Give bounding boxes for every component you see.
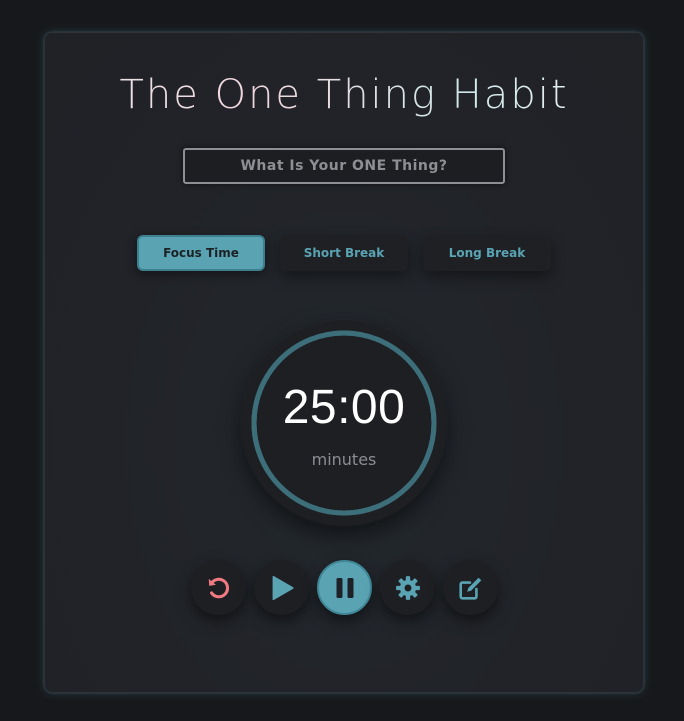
timer-controls: [191, 560, 501, 616]
pause-icon: [336, 577, 353, 598]
tab-short-break-label: Short Break: [303, 246, 385, 260]
mode-tabs: Focus Time Short Break Long Break: [137, 235, 557, 271]
timer-time: 25:00: [282, 381, 406, 434]
reset-button[interactable]: [191, 560, 246, 615]
tab-long-break-label: Long Break: [448, 246, 526, 260]
one-thing-input[interactable]: [183, 148, 505, 184]
pause-button[interactable]: [317, 560, 372, 615]
play-button[interactable]: [254, 560, 309, 615]
timer-unit: minutes: [311, 450, 377, 469]
edit-button[interactable]: [443, 560, 498, 615]
tab-long-break[interactable]: Long Break: [423, 235, 551, 271]
timer-card: The One Thing Habit Focus Time Short Bre…: [44, 32, 644, 693]
tab-short-break[interactable]: Short Break: [280, 235, 408, 271]
edit-icon: [458, 577, 481, 600]
reset-icon: [208, 577, 229, 598]
tab-focus-time[interactable]: Focus Time: [137, 235, 265, 271]
tab-focus-time-label: Focus Time: [163, 246, 239, 260]
app-title: The One Thing Habit: [45, 73, 643, 117]
gear-icon: [395, 575, 420, 600]
play-icon: [272, 575, 294, 600]
timer-display: 25:00 minutes: [241, 320, 447, 526]
settings-button[interactable]: [380, 560, 435, 615]
